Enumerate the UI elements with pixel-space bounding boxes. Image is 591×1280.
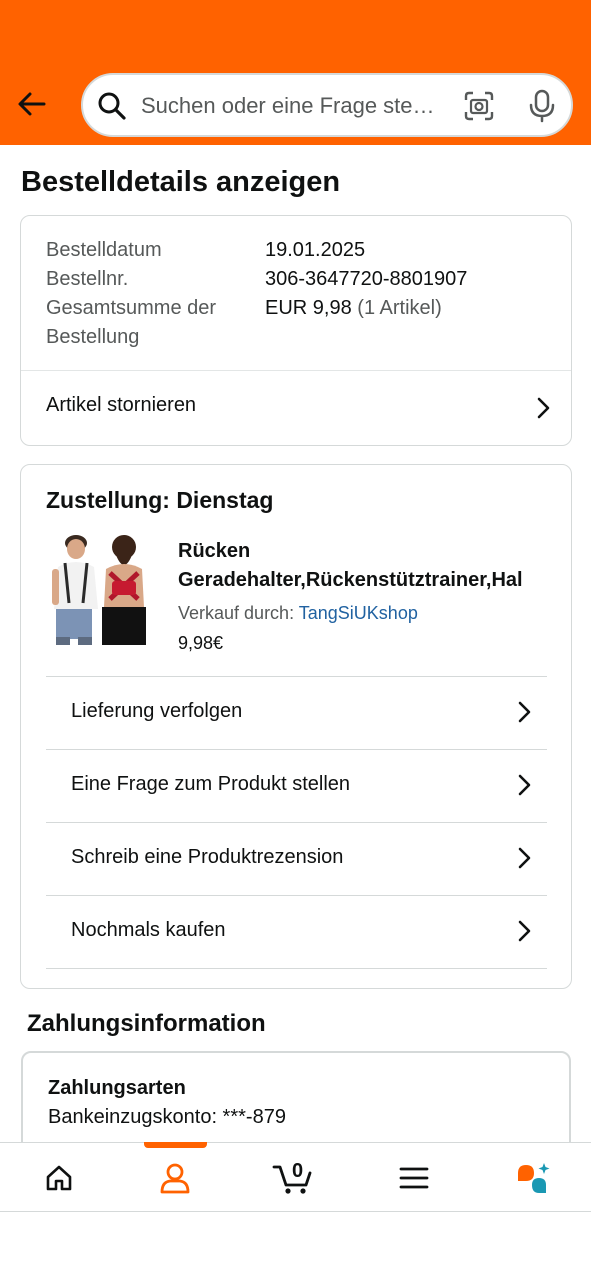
write-review-row[interactable]: Schreib eine Produktrezension xyxy=(46,822,547,895)
divider xyxy=(46,968,547,969)
order-total-label-line1: Gesamtsumme der xyxy=(46,297,217,319)
order-summary-card: Bestelldatum 19.01.2025 Bestellnr. 306-3… xyxy=(20,215,572,446)
order-number-value: 306-3647720-8801907 xyxy=(265,268,468,290)
order-date-value: 19.01.2025 xyxy=(265,239,366,261)
camera-scan-icon[interactable] xyxy=(463,90,495,122)
search-input[interactable]: Suchen oder eine Frage ste… xyxy=(141,93,451,119)
order-total-value: EUR 9,98 (1 Artikel) xyxy=(265,294,442,323)
product-title-line1: Rücken xyxy=(178,540,251,562)
product-price: 9,98€ xyxy=(178,633,224,653)
tab-home[interactable] xyxy=(0,1143,118,1213)
seller-prefix: Verkauf durch: xyxy=(178,603,295,623)
user-icon xyxy=(160,1163,190,1194)
order-number-label: Bestellnr. xyxy=(46,268,129,290)
product-title[interactable]: Rücken Geradehalter,Rückenstütztrainer,H… xyxy=(178,537,553,595)
payment-methods-label: Zahlungsarten xyxy=(48,1077,186,1099)
order-total-label: Gesamtsumme der Bestellung xyxy=(46,294,216,352)
chevron-right-icon xyxy=(537,397,550,419)
order-total-amount: EUR 9,98 xyxy=(265,297,352,319)
buy-again-label: Nochmals kaufen xyxy=(71,919,226,941)
order-total-items: (1 Artikel) xyxy=(357,297,442,319)
product-title-line2: Geradehalter,Rückenstütztrainer,Hal xyxy=(178,569,523,591)
cancel-items-label: Artikel stornieren xyxy=(46,394,197,416)
search-bar[interactable]: Suchen oder eine Frage ste… xyxy=(81,73,573,137)
delivery-title: Zustellung: Dienstag xyxy=(46,487,274,513)
assistant-chat-icon xyxy=(518,1163,550,1193)
order-date-label: Bestelldatum xyxy=(46,239,162,261)
write-review-label: Schreib eine Produktrezension xyxy=(71,846,344,868)
arrow-left-icon xyxy=(18,92,46,116)
delivery-card: Zustellung: Dienstag Rücken Geradehalter… xyxy=(20,464,572,989)
chevron-right-icon xyxy=(518,774,531,796)
tab-menu[interactable] xyxy=(355,1143,473,1213)
chevron-right-icon xyxy=(518,920,531,942)
ask-product-question-row[interactable]: Eine Frage zum Produkt stellen xyxy=(46,749,547,822)
tab-account[interactable] xyxy=(116,1143,234,1213)
seller-link[interactable]: TangSiUKshop xyxy=(299,603,418,623)
cancel-items-row[interactable]: Artikel stornieren xyxy=(21,371,571,446)
cart-count-badge: 0 xyxy=(292,1160,304,1182)
search-icon xyxy=(98,92,126,120)
payment-section-title: Zahlungsinformation xyxy=(27,1010,266,1037)
order-total-label-line2: Bestellung xyxy=(46,326,140,348)
chevron-right-icon xyxy=(518,847,531,869)
tab-assistant[interactable] xyxy=(474,1143,591,1213)
menu-icon xyxy=(399,1167,429,1189)
track-delivery-row[interactable]: Lieferung verfolgen xyxy=(46,676,547,749)
track-delivery-label: Lieferung verfolgen xyxy=(71,700,243,722)
payment-account: Bankeinzugskonto: ***-879 xyxy=(48,1106,286,1128)
home-icon xyxy=(46,1165,72,1191)
back-button[interactable] xyxy=(14,86,50,122)
chevron-right-icon xyxy=(518,701,531,723)
seller-info: Verkauf durch: TangSiUKshop xyxy=(178,603,418,624)
active-tab-indicator xyxy=(144,1142,207,1148)
microphone-icon[interactable] xyxy=(527,89,557,123)
page-title: Bestelldetails anzeigen xyxy=(21,166,341,198)
product-image[interactable] xyxy=(46,533,156,645)
app-header: Suchen oder eine Frage ste… xyxy=(0,0,591,145)
buy-again-row[interactable]: Nochmals kaufen xyxy=(46,895,547,968)
ask-product-question-label: Eine Frage zum Produkt stellen xyxy=(71,773,351,795)
